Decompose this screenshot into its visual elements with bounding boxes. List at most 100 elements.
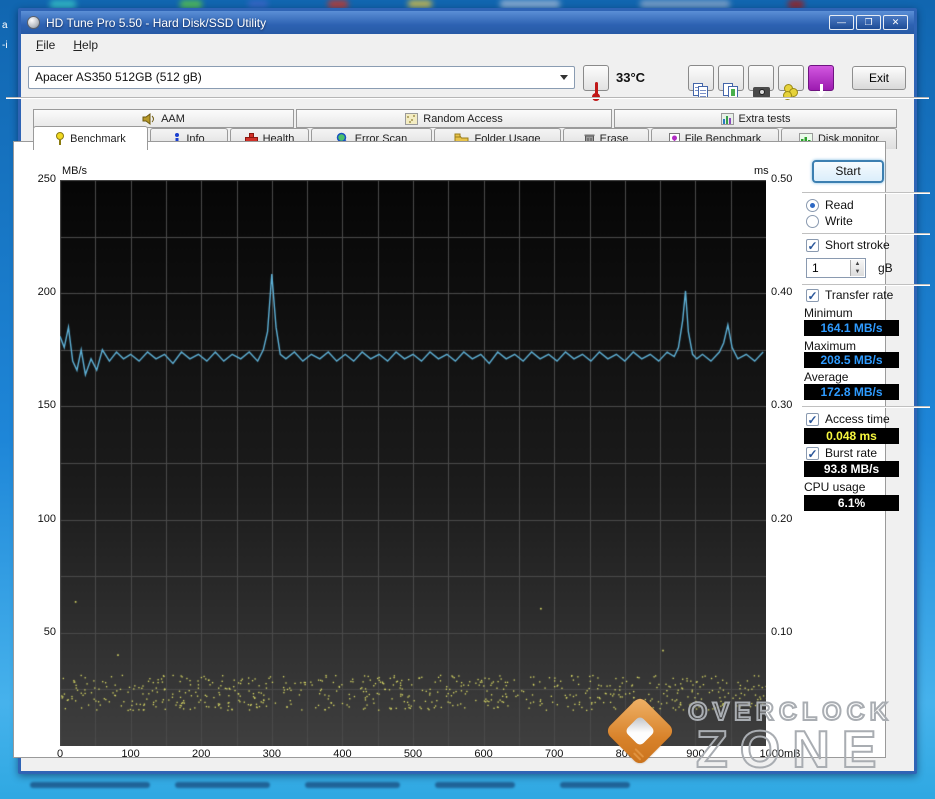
transfer-rate-checkbox[interactable]: ✓ Transfer rate: [806, 288, 893, 302]
benchmark-chart: [60, 180, 766, 746]
copy-image-button[interactable]: [718, 65, 744, 99]
desktop-icon-blob: [500, 0, 560, 8]
checkbox-checked-icon: ✓: [806, 288, 819, 303]
y-axis-tick-label: 50: [43, 625, 56, 638]
radio-icon: [806, 198, 819, 212]
right-axis-tick-label: 0.20: [771, 512, 793, 525]
stepper-value: 1: [812, 261, 819, 275]
short-stroke-label: Short stroke: [825, 238, 890, 252]
mini-chart-icon: [720, 112, 734, 125]
separator: [802, 192, 930, 194]
x-axis-tick-label: 800: [615, 748, 634, 760]
cpu-usage-value: 6.1%: [804, 495, 899, 511]
speaker-icon: [142, 112, 155, 125]
short-stroke-checkbox[interactable]: ✓ Short stroke: [806, 238, 890, 252]
close-button[interactable]: ✕: [883, 15, 908, 30]
right-axis-tick-label: 0.10: [771, 625, 793, 638]
x-axis-tick-label: 1000mB: [759, 748, 801, 760]
window-title: HD Tune Pro 5.50 - Hard Disk/SSD Utility: [46, 15, 267, 30]
x-axis-tick-label: 600: [474, 748, 493, 760]
save-button[interactable]: [778, 65, 804, 100]
cpu-usage-label: CPU usage: [804, 480, 866, 494]
minimum-label: Minimum: [804, 306, 853, 320]
x-axis-tick-label: 100: [121, 748, 140, 760]
access-time-label: Access time: [825, 412, 890, 426]
right-axis-tick-label: 0.50: [771, 173, 793, 185]
average-label: Average: [804, 370, 849, 384]
maximum-label: Maximum: [804, 339, 857, 353]
x-axis-tick-label: 200: [192, 748, 211, 760]
exit-button[interactable]: Exit: [852, 66, 906, 90]
desktop-icon-blob: [408, 0, 432, 8]
drive-select[interactable]: Apacer AS350 512GB (512 gB): [28, 66, 575, 89]
y-axis-tick-label: 150: [37, 399, 56, 412]
radio-icon: [806, 214, 819, 228]
title-bar[interactable]: HD Tune Pro 5.50 - Hard Disk/SSD Utility…: [21, 11, 914, 34]
checkbox-checked-icon: ✓: [806, 412, 819, 427]
start-button[interactable]: Start: [812, 160, 884, 183]
checkbox-checked-icon: ✓: [806, 238, 819, 253]
read-radio[interactable]: Read: [806, 198, 854, 212]
write-radio[interactable]: Write: [806, 214, 853, 228]
transfer-rate-label: Transfer rate: [825, 288, 894, 302]
taskbar-blur-text: [175, 782, 270, 788]
taskbar-blur-text: [560, 782, 630, 788]
read-radio-label: Read: [825, 198, 854, 212]
stepper-arrows[interactable]: ▲ ▼: [850, 260, 864, 276]
tab-label: Benchmark: [70, 132, 126, 145]
stepper-unit-label: gB: [878, 261, 893, 275]
maximum-value: 208.5 MB/s: [804, 352, 899, 368]
screenshot-button[interactable]: [748, 65, 774, 98]
taskbar-blur-text: [30, 782, 150, 788]
y-axis-tick-label: 200: [37, 286, 56, 299]
access-time-checkbox[interactable]: ✓ Access time: [806, 412, 890, 426]
app-icon: [27, 16, 40, 29]
desktop-text-fragment: a: [2, 20, 8, 31]
x-axis-tick-label: 300: [262, 748, 281, 760]
desktop-text-fragment: -i: [2, 40, 8, 51]
tab-label: Random Access: [423, 112, 503, 125]
menu-bar: File Help: [21, 34, 914, 56]
right-axis-tick-label: 0.40: [771, 286, 793, 299]
left-axis-unit: MB/s: [62, 165, 88, 177]
menu-file[interactable]: File: [27, 36, 64, 54]
average-value: 172.8 MB/s: [804, 384, 899, 400]
burst-rate-label: Burst rate: [825, 446, 878, 460]
tab-label: Extra tests: [738, 112, 791, 125]
toolbar-separator: [6, 97, 929, 99]
tab-extra-tests[interactable]: Extra tests: [614, 109, 897, 128]
desktop-icon-blob: [248, 0, 268, 8]
tab-label: AAM: [161, 112, 185, 125]
random-dots-icon: [405, 112, 419, 125]
y-axis-tick-label: 250: [37, 173, 56, 185]
x-axis-tick-label: 700: [545, 748, 564, 760]
right-axis-unit: ms: [754, 165, 769, 177]
desktop-icon-blob: [640, 0, 730, 8]
separator: [802, 406, 930, 408]
benchmark-icon: [56, 131, 65, 145]
copy-text-button[interactable]: [688, 65, 714, 99]
x-axis-tick-label: 500: [403, 748, 423, 760]
write-radio-label: Write: [825, 214, 853, 228]
burst-rate-value: 93.8 MB/s: [804, 461, 899, 477]
tab-benchmark[interactable]: Benchmark: [33, 126, 148, 150]
checkbox-checked-icon: ✓: [806, 446, 819, 461]
chevron-down-icon: [560, 75, 568, 80]
minimum-value: 164.1 MB/s: [804, 320, 899, 336]
separator: [802, 233, 930, 235]
minimize-button[interactable]: —: [829, 15, 854, 30]
drive-select-value: Apacer AS350 512GB (512 gB): [35, 70, 202, 84]
x-axis-tick-label: 900: [686, 748, 705, 760]
short-stroke-size-stepper[interactable]: 1 ▲ ▼: [806, 258, 866, 278]
menu-help[interactable]: Help: [64, 36, 107, 54]
download-button[interactable]: [808, 65, 834, 98]
temperature-button[interactable]: [583, 65, 609, 101]
taskbar-blur-text: [435, 782, 515, 788]
x-axis-tick-label: 0: [56, 748, 64, 760]
separator: [802, 284, 930, 286]
maximize-button[interactable]: ❐: [856, 15, 881, 30]
tab-random-access[interactable]: Random Access: [296, 109, 612, 128]
burst-rate-checkbox[interactable]: ✓ Burst rate: [806, 446, 877, 460]
access-time-value: 0.048 ms: [804, 428, 899, 444]
temperature-readout: 33°C: [616, 70, 646, 85]
